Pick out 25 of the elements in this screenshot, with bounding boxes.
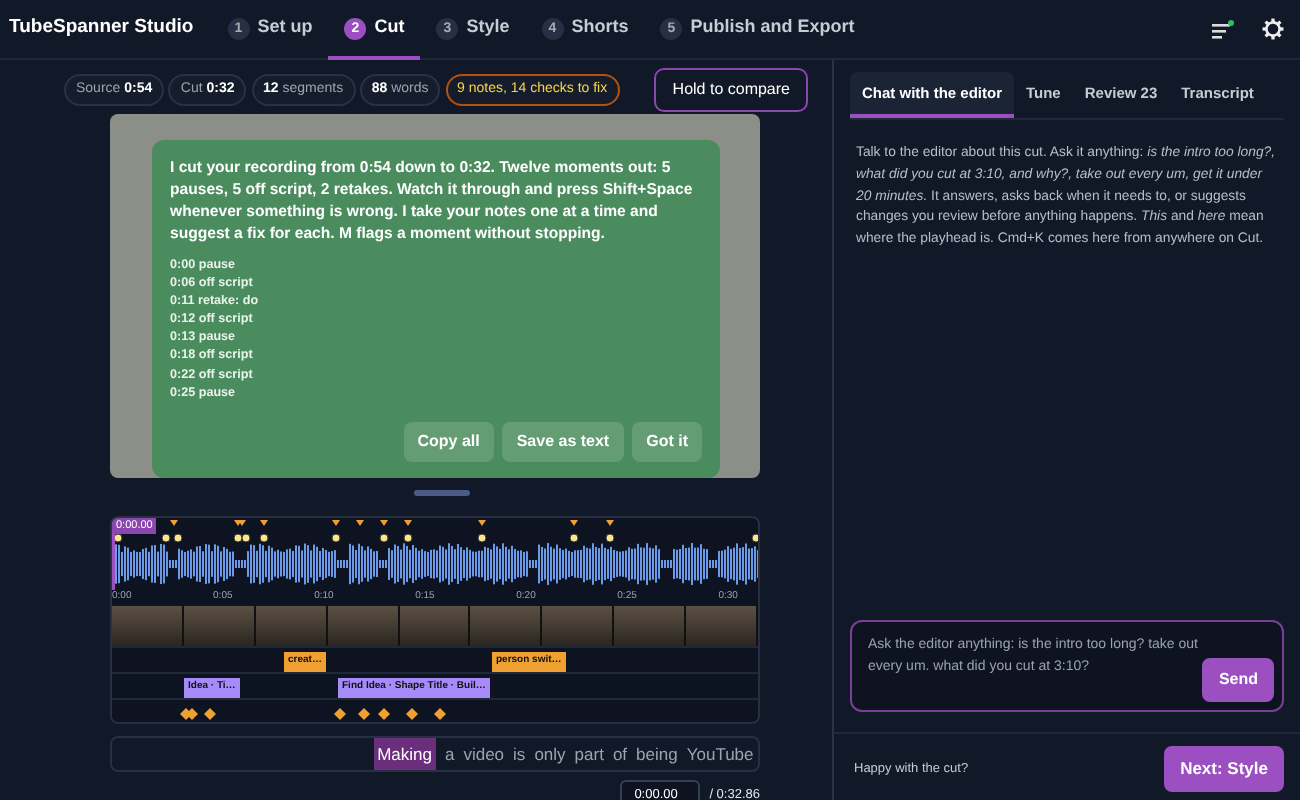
photo-placeholder: [399, 606, 471, 646]
transcript-word[interactable]: a: [444, 741, 455, 767]
settings-icon[interactable]: [1261, 18, 1283, 40]
transcript-word[interactable]: is: [513, 741, 526, 767]
app-title: TubeSpanner Studio: [9, 14, 194, 43]
transcript-word[interactable]: only: [534, 741, 566, 767]
photo-placeholder: [183, 606, 256, 646]
photo-placeholder: [686, 606, 758, 646]
photo-placeholder: [112, 606, 184, 646]
transcript-word[interactable]: video: [463, 741, 505, 767]
photo-placeholder: [327, 606, 400, 646]
photo-placeholder: [470, 606, 543, 646]
transcript-word[interactable]: of: [612, 741, 628, 767]
resize-handle[interactable]: [414, 490, 470, 496]
send-button[interactable]: Send: [1202, 658, 1274, 703]
compare-button[interactable]: Hold to compare: [654, 68, 808, 112]
transcript-word[interactable]: being: [636, 741, 678, 767]
next-button[interactable]: Next: Style: [1164, 746, 1284, 792]
notifications-icon[interactable]: [1211, 19, 1233, 39]
photo-placeholder: [614, 606, 687, 646]
photo-placeholder: [255, 606, 328, 646]
transcript-word[interactable]: YouTube: [686, 741, 754, 767]
transcript-word[interactable]: Making: [373, 737, 436, 771]
photo-placeholder: [542, 606, 615, 646]
transcript-word[interactable]: part: [574, 741, 604, 767]
